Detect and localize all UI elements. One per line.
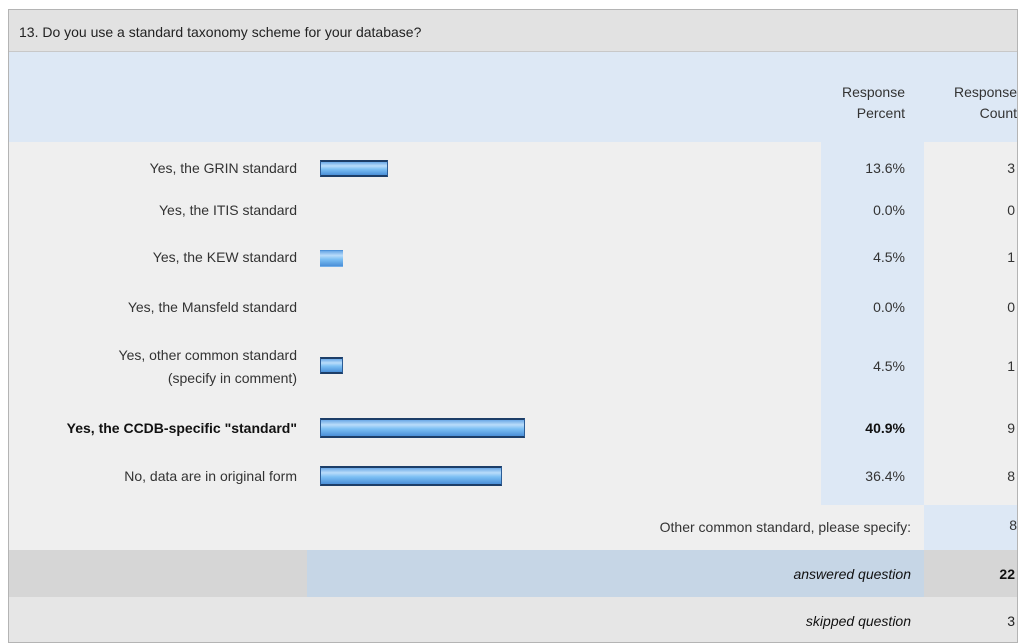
percent-bar xyxy=(320,357,343,374)
row-count: 9 xyxy=(1007,420,1015,436)
other-count-cell: 8 xyxy=(924,505,1017,550)
row-count: 8 xyxy=(1007,468,1015,484)
row-label: No, data are in original form xyxy=(124,468,297,484)
row-label: Yes, other common standard (specify in c… xyxy=(119,344,297,390)
row-percent: 0.0% xyxy=(873,299,905,315)
other-specify-link[interactable]: Other common standard, please specify: xyxy=(660,517,911,538)
row-count: 0 xyxy=(1007,202,1015,218)
percent-bar xyxy=(320,250,343,267)
response-percent-header-line2: Percent xyxy=(856,105,905,121)
response-count-header-line1: Response xyxy=(953,84,1017,100)
answered-question-value: 22 xyxy=(999,566,1015,582)
row-label: Yes, the ITIS standard xyxy=(158,202,297,218)
survey-question-panel: 13. Do you use a standard taxonomy schem… xyxy=(8,9,1018,643)
row-count: 1 xyxy=(1007,358,1015,374)
row-percent: 40.9% xyxy=(865,420,905,436)
percent-bar xyxy=(320,466,502,486)
other-count: 8 xyxy=(1009,517,1017,533)
row-label: Yes, the Mansfeld standard xyxy=(127,299,297,315)
row-percent: 0.0% xyxy=(873,202,905,218)
answered-question-label: answered question xyxy=(793,566,911,582)
row-label-line1: Yes, other common standard xyxy=(118,347,297,363)
column-header-row: Response Percent Response Count xyxy=(9,52,1017,142)
other-specify-row: Other common standard, please specify: 8 xyxy=(9,505,1017,550)
row-count: 1 xyxy=(1007,249,1015,265)
response-percent-header: Response Percent xyxy=(821,82,905,124)
row-percent: 13.6% xyxy=(865,160,905,176)
row-percent: 4.5% xyxy=(873,249,905,265)
percent-bar xyxy=(320,160,388,177)
skipped-question-row: skipped question 3 xyxy=(9,597,1017,642)
row-count: 0 xyxy=(1007,299,1015,315)
row-label-line2: (specify in comment) xyxy=(167,370,297,386)
row-percent: 4.5% xyxy=(873,358,905,374)
answered-question-row: answered question 22 xyxy=(9,550,1017,597)
percent-bar xyxy=(320,418,525,438)
response-percent-header-line1: Response xyxy=(841,84,905,100)
question-title: 13. Do you use a standard taxonomy schem… xyxy=(9,10,1017,52)
response-count-header-line2: Count xyxy=(979,105,1017,121)
response-count-header: Response Count xyxy=(927,82,1017,124)
row-label: Yes, the CCDB-specific "standard" xyxy=(66,420,297,436)
row-count: 3 xyxy=(1007,160,1015,176)
row-label: Yes, the KEW standard xyxy=(152,249,297,265)
skipped-question-value: 3 xyxy=(1007,613,1015,629)
percent-column-band xyxy=(821,142,924,505)
row-label: Yes, the GRIN standard xyxy=(149,160,297,176)
skipped-question-label: skipped question xyxy=(805,613,911,629)
row-percent: 36.4% xyxy=(865,468,905,484)
